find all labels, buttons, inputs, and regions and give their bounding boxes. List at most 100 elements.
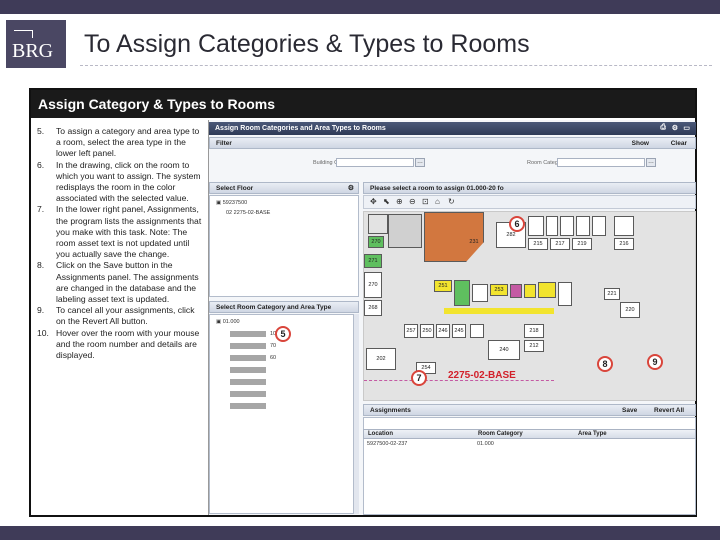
- instruction-number: 7.: [37, 204, 45, 215]
- category-bar[interactable]: [230, 403, 266, 409]
- room-label: 270: [368, 282, 378, 288]
- room[interactable]: [592, 216, 606, 236]
- room-label: 212: [529, 343, 539, 349]
- category-bar[interactable]: [230, 379, 266, 385]
- room[interactable]: [368, 214, 388, 234]
- panel-settings-icon[interactable]: ⚙: [348, 184, 354, 192]
- room[interactable]: 212: [524, 340, 544, 352]
- room[interactable]: [470, 324, 484, 338]
- assignments-table-header: Location Room Category Area Type: [363, 429, 696, 439]
- room[interactable]: [576, 216, 590, 236]
- room[interactable]: 240: [488, 340, 520, 360]
- room[interactable]: [388, 214, 422, 248]
- room[interactable]: [524, 284, 536, 298]
- instruction-item: 10. Hover over the room with your mouse a…: [37, 328, 205, 362]
- room-label: 221: [607, 291, 617, 297]
- select-floor-label: Select Floor: [216, 185, 254, 192]
- room[interactable]: 202: [366, 348, 396, 370]
- zoom-window-icon[interactable]: ⊡: [422, 197, 429, 206]
- col-area-type[interactable]: Area Type: [578, 431, 607, 437]
- room[interactable]: [560, 216, 574, 236]
- floor-tree-item[interactable]: ▣ 59237500: [216, 200, 247, 206]
- category-code: 70: [270, 343, 277, 349]
- room[interactable]: [454, 280, 470, 306]
- room[interactable]: 270: [364, 272, 382, 298]
- room-label: 271: [368, 258, 378, 264]
- instruction-number: 10.: [37, 327, 49, 338]
- room[interactable]: 257: [404, 324, 418, 338]
- room[interactable]: 220: [620, 302, 640, 318]
- instruction-text: In the drawing, click on the room to whi…: [56, 159, 201, 204]
- refresh-icon[interactable]: ↻: [448, 197, 455, 206]
- room[interactable]: [558, 282, 572, 306]
- room[interactable]: [546, 216, 558, 236]
- room[interactable]: [528, 216, 544, 236]
- floor-tree-item[interactable]: 02 2275-02-BASE: [226, 210, 270, 216]
- room[interactable]: 251: [434, 280, 452, 292]
- room-category-input[interactable]: [557, 158, 645, 167]
- category-bar[interactable]: [230, 391, 266, 397]
- room[interactable]: 253: [490, 284, 508, 296]
- room-label: 216: [619, 241, 629, 247]
- category-bar[interactable]: [230, 343, 266, 349]
- revert-all-button[interactable]: Revert All: [654, 407, 684, 414]
- category-tree-panel: ▣ 01.000 10 70 60: [209, 314, 359, 514]
- category-tree-item[interactable]: ▣ 01.000: [216, 319, 240, 325]
- callout-badge: 8: [597, 356, 613, 372]
- room[interactable]: 271: [364, 254, 382, 268]
- pan-icon[interactable]: ✥: [370, 197, 377, 206]
- category-bar[interactable]: [230, 355, 266, 361]
- room[interactable]: 215: [528, 238, 548, 250]
- room-label: 215: [533, 241, 543, 247]
- slide-title: To Assign Categories & Types to Rooms: [84, 30, 530, 58]
- room[interactable]: 216: [614, 238, 634, 250]
- room[interactable]: 270: [368, 236, 384, 248]
- instruction-item: 8. Click on the Save button in the Assign…: [37, 260, 205, 305]
- select-icon[interactable]: ⬉: [383, 197, 390, 206]
- save-button[interactable]: Save: [622, 407, 637, 414]
- instruction-list: 5. To assign a category and area type to …: [37, 126, 205, 361]
- building-code-lookup-button[interactable]: …: [415, 158, 425, 167]
- room-label: 220: [625, 307, 635, 313]
- category-bar[interactable]: [230, 367, 266, 373]
- drawing-toolbar: ✥ ⬉ ⊕ ⊖ ⊡ ⌂ ↻: [363, 195, 696, 209]
- room[interactable]: [472, 284, 488, 302]
- room[interactable]: 246: [436, 324, 450, 338]
- callout-badge: 7: [411, 370, 427, 386]
- room[interactable]: [538, 282, 556, 298]
- room[interactable]: 245: [452, 324, 466, 338]
- bottom-accent-bar: [0, 526, 720, 540]
- category-scrollbar[interactable]: [353, 314, 359, 514]
- room-label: 218: [529, 328, 539, 334]
- category-code: 60: [270, 355, 277, 361]
- room[interactable]: 221: [604, 288, 620, 300]
- col-room-category[interactable]: Room Category: [478, 431, 523, 437]
- room[interactable]: [614, 216, 634, 236]
- instruction-item: 9. To cancel all your assignments, click …: [37, 305, 205, 327]
- room-category-lookup-button[interactable]: …: [646, 158, 656, 167]
- room-label: 202: [376, 356, 386, 362]
- collapse-icon[interactable]: ▭: [683, 124, 690, 132]
- zoom-in-icon[interactable]: ⊕: [396, 197, 403, 206]
- room[interactable]: 218: [524, 324, 544, 338]
- room[interactable]: 250: [420, 324, 434, 338]
- zoom-out-icon[interactable]: ⊖: [409, 197, 416, 206]
- room[interactable]: 219: [572, 238, 592, 250]
- category-bar[interactable]: [230, 331, 266, 337]
- room[interactable]: [510, 284, 522, 298]
- settings-icon[interactable]: ⚙: [672, 124, 678, 132]
- building-code-input[interactable]: [336, 158, 414, 167]
- zoom-extents-icon[interactable]: ⌂: [435, 197, 440, 206]
- drawing-prompt: Please select a room to assign 01.000-20…: [370, 185, 504, 192]
- room[interactable]: 268: [364, 300, 382, 316]
- clear-button[interactable]: Clear: [671, 140, 687, 147]
- instruction-text: In the lower right panel, Assignments, t…: [56, 204, 202, 260]
- room-label: 245: [454, 328, 464, 334]
- room[interactable]: 217: [550, 238, 570, 250]
- instruction-text: To assign a category and area type to a …: [56, 126, 200, 159]
- room[interactable]: 231: [464, 236, 484, 248]
- col-location[interactable]: Location: [368, 431, 393, 437]
- show-button[interactable]: Show: [632, 140, 649, 147]
- corridor-highlight: [444, 308, 554, 314]
- print-icon[interactable]: ⎙: [660, 124, 666, 132]
